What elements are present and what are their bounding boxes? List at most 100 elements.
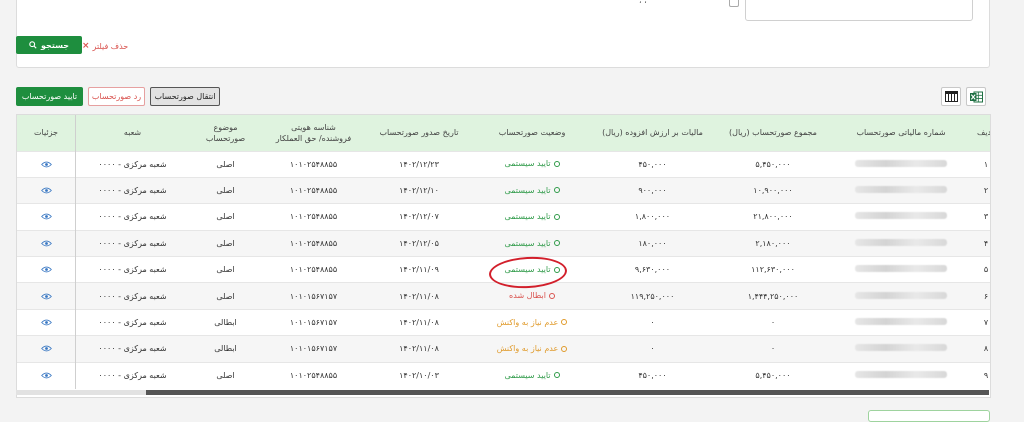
branch-cell: شعبه مرکزی - ۰۰۰۰ — [98, 371, 167, 381]
tax-number-redacted — [855, 291, 947, 299]
status-dot-icon — [548, 292, 555, 299]
header-vat[interactable]: مالیات بر ارزش افزوده (ریال) — [591, 115, 714, 151]
seller-id-cell: ۱۰۱۰۲۵۴۸۸۵۵ — [289, 371, 338, 381]
branch-cell: شعبه مرکزی - ۰۰۰۰ — [98, 265, 167, 275]
tax-number-redacted — [855, 159, 947, 167]
status-dot-icon — [553, 213, 560, 220]
status-badge: تایید سیستمی — [504, 212, 560, 221]
status-dot-icon — [561, 319, 568, 326]
table-row: ۶ ۱,۴۴۴,۲۵۰,۰۰۰ ۱۱۹,۲۵۰,۰۰۰ ابطال شده ۱۴۰۲/۱… — [17, 282, 990, 310]
reject-invoice-button[interactable]: رد صورتحساب — [88, 87, 145, 106]
status-badge: عدم نیاز به واکنش — [497, 344, 568, 353]
row-number: ۸ — [983, 344, 989, 354]
vat-cell: ۴۵۰,۰۰۰ — [638, 371, 667, 381]
horizontal-scrollbar[interactable] — [16, 390, 989, 395]
vat-cell: ۰ — [650, 318, 655, 328]
header-issue-date[interactable]: تاریخ صدور صورتحساب — [365, 115, 473, 151]
status-dot-icon — [553, 240, 560, 247]
seller-id-cell: ۱۰۱۰۱۵۶۷۱۵۷ — [289, 291, 338, 301]
filter-input[interactable] — [745, 0, 973, 21]
close-icon: × — [82, 41, 90, 51]
issue-date-cell: ۱۴۰۲/۱۲/۱۰ — [399, 186, 439, 196]
status-label: عدم نیاز به واکنش — [496, 317, 559, 327]
status-cell: تایید سیستمی — [473, 177, 591, 203]
scrollbar-thumb[interactable] — [146, 390, 989, 395]
eye-icon[interactable] — [40, 319, 52, 326]
branch-cell: شعبه مرکزی - ۰۰۰۰ — [98, 291, 167, 301]
row-number: ۴ — [983, 238, 989, 248]
table-row: ۷ ۰ ۰ عدم نیاز به واکنش ۱۴۰۲/۱۱/۰۸ ۱۰۱۰۱۵۶۷۱۵… — [17, 309, 990, 336]
total-cell: ۱,۴۴۴,۲۵۰,۰۰۰ — [747, 291, 799, 301]
issue-date-cell: ۱۴۰۲/۱۱/۰۸ — [399, 344, 439, 354]
approve-invoice-button[interactable]: تایید صورتحساب — [16, 87, 83, 106]
header-seller-id[interactable]: شناسه هویتی فروشنده/ حق العملکار — [262, 115, 365, 151]
details-cell — [17, 151, 76, 178]
tax-number-redacted — [855, 344, 947, 352]
table-row: ۹ ۵,۴۵۰,۰۰۰ ۴۵۰,۰۰۰ تایید سیستمی ۱۴۰۲/۱۰/۰۳ ۱… — [17, 362, 990, 389]
header-branch[interactable]: شعبه — [76, 115, 190, 151]
subject-cell: ابطالی — [214, 344, 237, 354]
subject-cell: اصلی — [216, 291, 235, 301]
status-cell: تایید سیستمی — [473, 230, 591, 256]
status-cell: عدم نیاز به واکنش — [473, 309, 591, 335]
header-seller-id-line1: شناسه هویتی — [291, 122, 336, 132]
branch-cell: شعبه مرکزی - ۰۰۰۰ — [98, 344, 167, 354]
columns-button[interactable] — [941, 87, 961, 106]
eye-icon[interactable] — [40, 345, 52, 352]
details-cell — [17, 230, 76, 257]
status-badge: ابطال شده — [509, 291, 555, 300]
header-subject[interactable]: موضوع صورتحساب — [189, 115, 262, 151]
table-row: ۲ ۱۰,۹۰۰,۰۰۰ ۹۰۰,۰۰۰ تایید سیستمی ۱۴۰۲/۱۲/۱۰… — [17, 177, 990, 204]
total-cell: ۵,۴۵۰,۰۰۰ — [755, 159, 791, 169]
eye-icon[interactable] — [40, 240, 52, 247]
columns-icon — [944, 91, 958, 102]
details-cell — [17, 203, 76, 231]
table-row: ۸ ۰ ۰ عدم نیاز به واکنش ۱۴۰۲/۱۱/۰۸ ۱۰۱۰۱۵۶۷۱۵… — [17, 335, 990, 363]
seller-id-cell: ۱۰۱۰۲۵۴۸۸۵۵ — [289, 212, 338, 222]
header-seller-id-line2: فروشنده/ حق العملکار — [275, 133, 352, 143]
clear-filter-link[interactable]: حذف فیلتر × — [82, 40, 128, 52]
total-cell: ۱۱۲,۶۳۰,۰۰۰ — [751, 265, 795, 275]
total-cell: ۱۰,۹۰۰,۰۰۰ — [753, 186, 793, 196]
eye-icon[interactable] — [40, 372, 52, 379]
eye-icon[interactable] — [40, 266, 52, 273]
row-number: ۷ — [983, 318, 989, 328]
row-number: ۳ — [983, 212, 989, 222]
issue-date-cell: ۱۴۰۲/۱۲/۰۵ — [399, 238, 439, 248]
issue-date-cell: ۱۴۰۲/۱۲/۰۷ — [399, 212, 439, 222]
header-tax-number[interactable]: شماره مالیاتی صورتحساب — [832, 115, 970, 151]
status-label: تایید سیستمی — [504, 159, 551, 169]
tax-number-cell — [832, 336, 970, 362]
transfer-invoice-button[interactable]: انتقال صورتحساب — [150, 87, 220, 106]
subject-cell: اصلی — [216, 186, 235, 196]
status-label: تایید سیستمی — [504, 265, 551, 274]
total-cell: ۵,۴۵۰,۰۰۰ — [755, 371, 791, 381]
status-cell: تایید سیستمی — [473, 204, 591, 230]
subject-cell: اصلی — [216, 265, 235, 275]
header-total[interactable]: مجموع صورتحساب (ریال) — [714, 115, 832, 151]
branch-cell: شعبه مرکزی - ۰۰۰۰ — [98, 318, 167, 328]
details-cell — [17, 309, 76, 336]
header-row-number[interactable]: ردیف — [970, 115, 990, 151]
eye-icon[interactable] — [40, 213, 52, 220]
branch-cell: شعبه مرکزی - ۰۰۰۰ — [98, 238, 167, 248]
clear-filter-label: حذف فیلتر — [92, 41, 129, 51]
total-cell: ۰ — [770, 344, 776, 354]
seller-id-cell: ۱۰۱۰۲۵۴۸۸۵۵ — [289, 186, 338, 196]
details-cell — [17, 282, 76, 310]
tax-number-redacted — [855, 371, 947, 379]
status-badge: تایید سیستمی — [504, 159, 560, 169]
eye-icon[interactable] — [40, 187, 52, 194]
search-button[interactable]: جستجو — [16, 36, 82, 54]
seller-id-cell: ۱۰۱۰۲۵۴۸۸۵۵ — [289, 159, 338, 169]
filter-checkbox[interactable] — [729, 0, 739, 7]
excel-export-button[interactable] — [966, 87, 986, 106]
seller-id-cell: ۱۰۱۰۱۵۶۷۱۵۷ — [289, 318, 338, 328]
details-cell — [17, 335, 76, 363]
subject-cell: اصلی — [216, 371, 235, 381]
header-status[interactable]: وضعیت صورتحساب — [473, 115, 591, 151]
eye-icon[interactable] — [40, 293, 52, 300]
total-cell: ۰ — [770, 318, 776, 328]
eye-icon[interactable] — [40, 161, 52, 168]
branch-cell: شعبه مرکزی - ۰۰۰۰ — [98, 159, 167, 169]
